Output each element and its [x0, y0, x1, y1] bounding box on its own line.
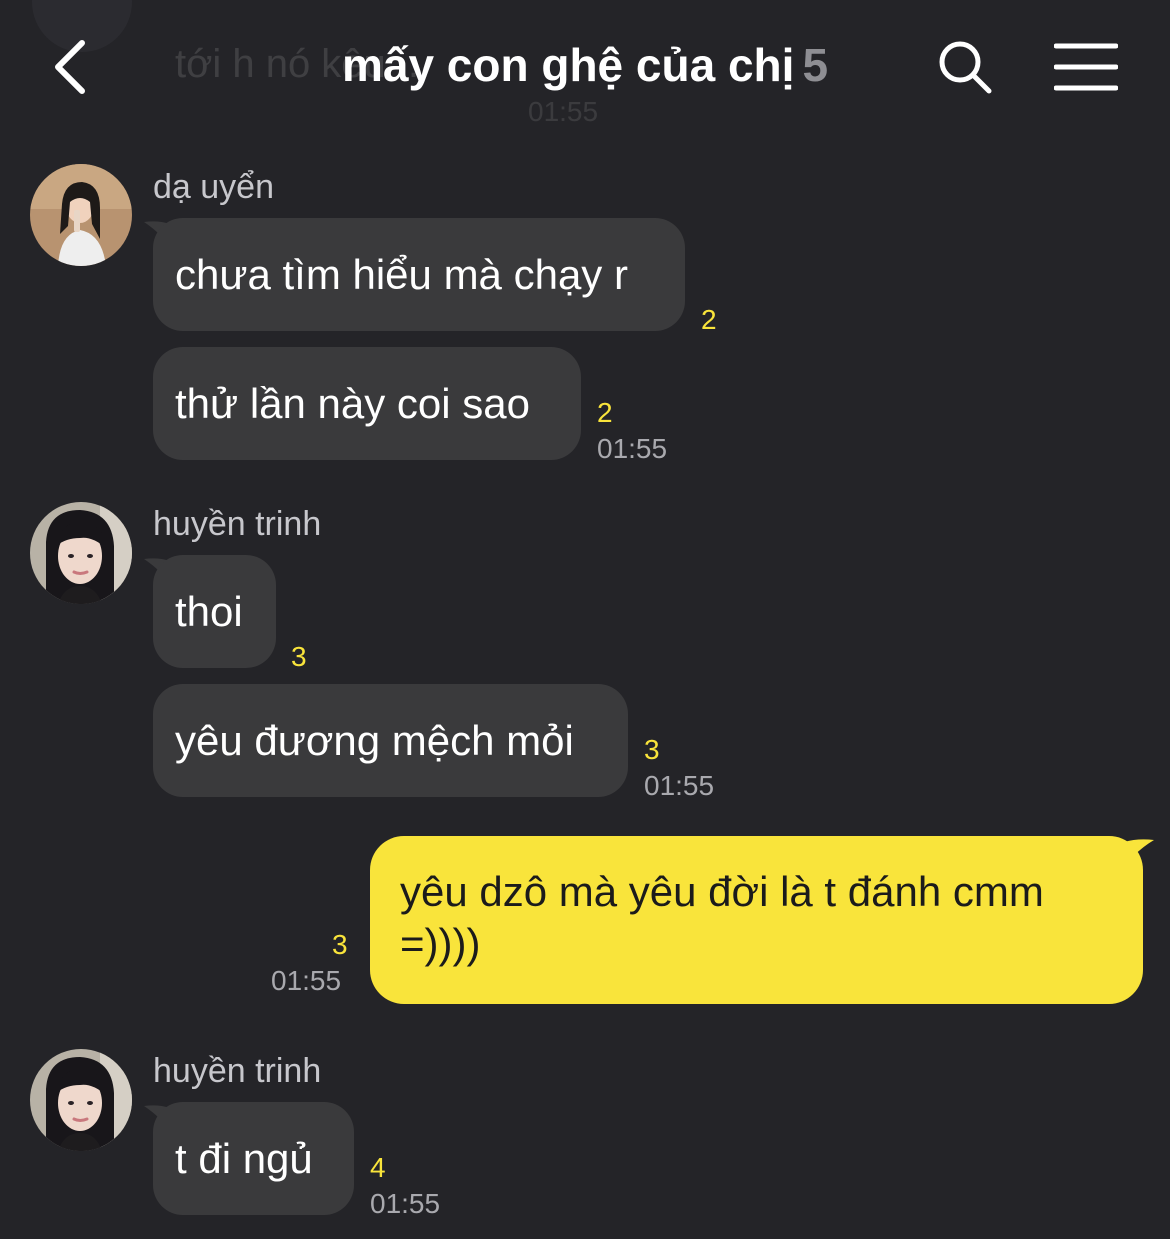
message-text-line: yêu dzô mà yêu đời là t đánh cmm [400, 868, 1044, 915]
sender-name: dạ uyển [153, 168, 274, 206]
message-time: 01:55 [597, 433, 668, 464]
avatar-huyen-trinh[interactable] [30, 502, 132, 604]
menu-button[interactable] [1050, 32, 1122, 102]
message-bubble-outgoing[interactable]: yêu dzô mà yêu đời là t đánh cmm =)))) [370, 836, 1143, 1004]
message-text: chưa tìm hiểu mà chạy r [175, 250, 628, 298]
message-bubble[interactable]: thoi [153, 555, 276, 668]
sender-name: huyền trinh [153, 1052, 322, 1090]
avatar-da-uyen[interactable] [30, 164, 132, 266]
avatar-huyen-trinh[interactable] [30, 1049, 132, 1151]
message-text-line: =)))) [400, 920, 481, 967]
message-bubble[interactable]: chưa tìm hiểu mà chạy r [153, 218, 685, 331]
unread-count: 4 [370, 1152, 386, 1183]
ghost-preview-time: 01:55 [528, 96, 599, 127]
message-time: 01:55 [644, 770, 715, 801]
message-bubble[interactable]: t đi ngủ [153, 1102, 354, 1215]
unread-count: 2 [597, 397, 613, 428]
message-time: 01:55 [271, 965, 342, 996]
message-bubble[interactable]: thử lần này coi sao [153, 347, 581, 460]
message-time: 01:55 [370, 1188, 441, 1219]
message-text: yêu đương mệch mỏi [175, 716, 574, 764]
unread-count: 3 [644, 734, 660, 765]
menu-icon [1054, 43, 1118, 91]
unread-count: 2 [701, 304, 717, 335]
unread-count: 3 [291, 641, 307, 672]
message-bubble[interactable]: yêu đương mệch mỏi [153, 684, 628, 797]
search-icon [939, 41, 992, 94]
message-text: t đi ngủ [175, 1134, 313, 1182]
sender-name: huyền trinh [153, 505, 322, 543]
chat-title-text: mấy con ghệ của chị [341, 39, 795, 91]
message-text: thử lần này coi sao [175, 379, 530, 427]
member-count: 5 [802, 39, 829, 91]
search-button[interactable] [930, 32, 1000, 102]
unread-count: 3 [332, 929, 348, 960]
message-text: thoi [175, 587, 243, 635]
